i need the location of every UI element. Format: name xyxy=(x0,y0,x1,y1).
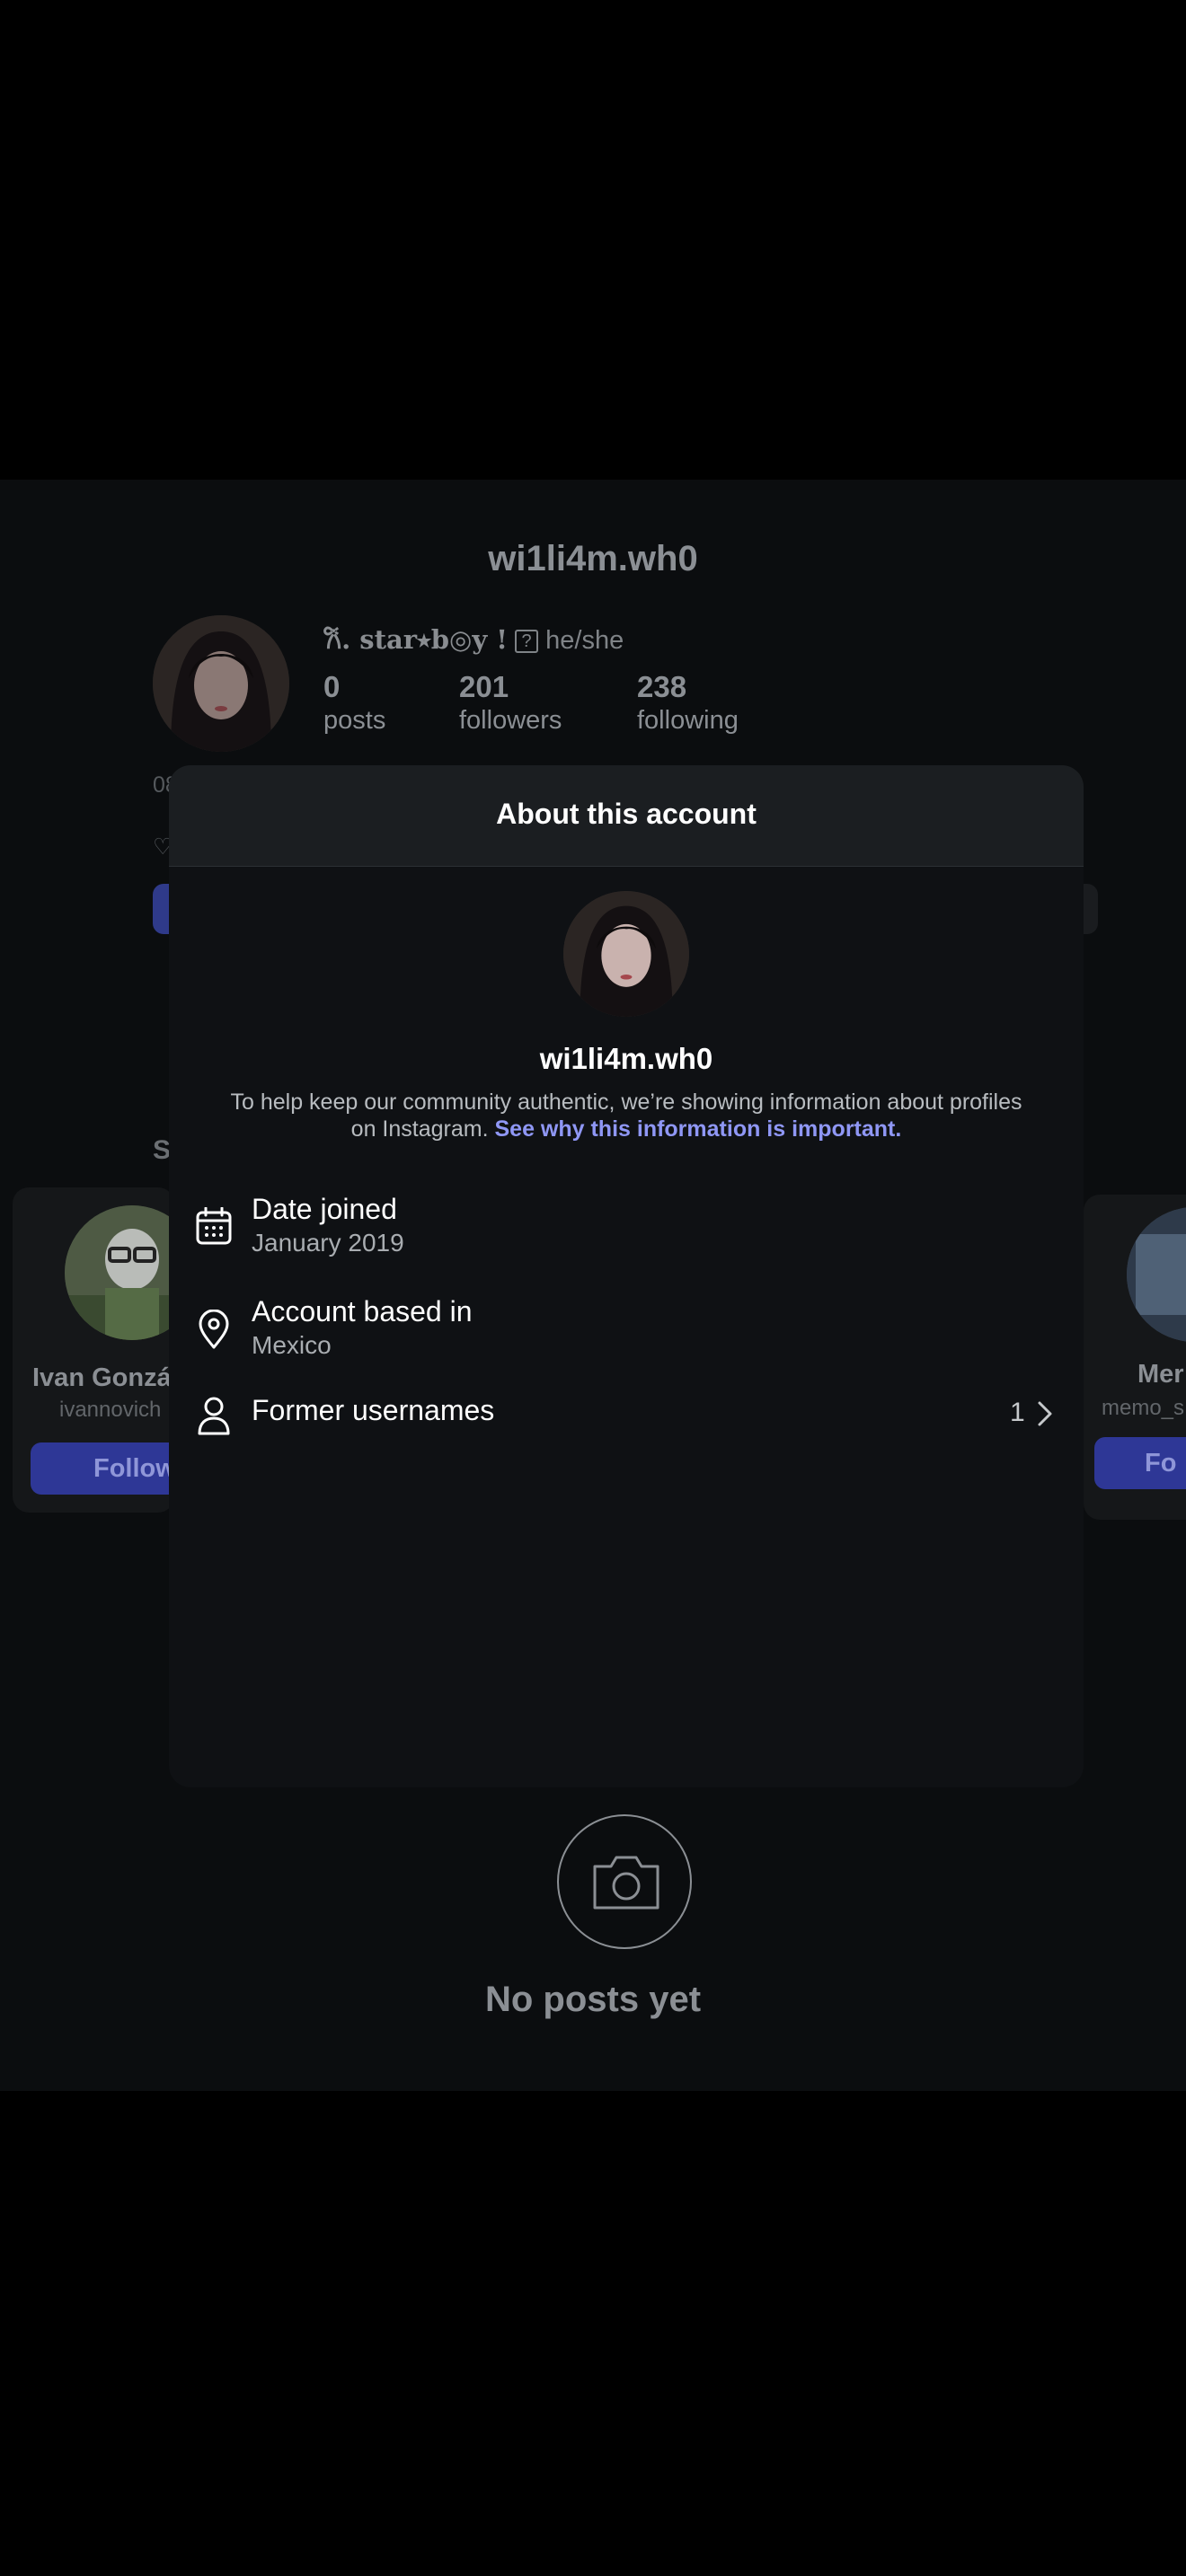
sheet-username: wi1li4m.wh0 xyxy=(539,1042,713,1075)
row-account-based-in: Account based in Mexico xyxy=(169,1292,1084,1363)
no-posts-text: No posts yet xyxy=(484,1980,702,2019)
bio-symbol: ? xyxy=(515,630,539,653)
profile-avatar[interactable] xyxy=(153,615,289,752)
about-account-sheet: About this account wi1li4m.wh0 To help k… xyxy=(169,765,1084,1787)
stat-label: posts xyxy=(323,706,386,735)
no-posts-circle xyxy=(557,1814,692,1949)
secondary-button-right-edge[interactable] xyxy=(1084,884,1098,934)
suggestion-username: memo_s xyxy=(1102,1396,1185,1420)
person-icon xyxy=(198,1397,230,1435)
chevron-right-icon[interactable] xyxy=(1037,1399,1053,1428)
row-label: Date joined xyxy=(252,1193,397,1225)
row-label: Account based in xyxy=(252,1295,473,1328)
suggestion-name: Mer xyxy=(1137,1360,1184,1389)
suggestion-avatar[interactable] xyxy=(65,1205,174,1340)
suggestion-card[interactable]: Mer memo_s Fo xyxy=(1084,1195,1186,1520)
info-text-block: To help keep our community authentic, we… xyxy=(223,1089,1030,1142)
stat-value: 238 xyxy=(637,670,687,703)
sheet-title: About this account xyxy=(496,798,757,830)
bio-name: 𐙚. star⭒b◎y ! xyxy=(323,624,508,655)
suggestion-username: ivannovich xyxy=(59,1398,162,1422)
stat-label: followers xyxy=(459,706,562,735)
follow-button[interactable]: Follow xyxy=(31,1442,174,1495)
stat-posts[interactable]: 0 posts xyxy=(323,670,385,736)
pronouns: he/she xyxy=(545,626,624,655)
stat-label: following xyxy=(637,706,739,735)
camera-icon xyxy=(593,1856,659,1910)
stat-following[interactable]: 238 following xyxy=(637,670,739,736)
stat-followers[interactable]: 201 followers xyxy=(459,670,562,736)
bio-line: 𐙚. star⭒b◎y ! ? he/she xyxy=(323,622,624,657)
sheet-header: About this account xyxy=(169,765,1084,867)
calendar-icon xyxy=(196,1207,232,1245)
row-date-joined: Date joined January 2019 xyxy=(169,1189,1084,1261)
info-link[interactable]: See why this information is important. xyxy=(494,1116,901,1142)
follow-button[interactable]: Fo xyxy=(1094,1437,1186,1489)
row-value: Mexico xyxy=(252,1331,332,1359)
stat-value: 201 xyxy=(459,670,509,703)
row-value: January 2019 xyxy=(252,1229,404,1257)
suggestion-card[interactable]: Ivan Gonzá ivannovich Follow xyxy=(13,1187,174,1513)
suggestion-name: Ivan Gonzá xyxy=(32,1363,172,1392)
suggestions-heading: S xyxy=(153,1135,172,1165)
profile-username-title: wi1li4m.wh0 xyxy=(488,539,698,578)
row-former-usernames[interactable]: Former usernames 1 xyxy=(169,1380,1084,1451)
stat-value: 0 xyxy=(323,670,341,703)
location-pin-icon xyxy=(199,1310,229,1349)
row-label: Former usernames xyxy=(252,1394,495,1426)
suggestion-avatar[interactable] xyxy=(1127,1207,1186,1342)
sheet-avatar xyxy=(563,891,689,1017)
former-usernames-count: 1 xyxy=(1010,1398,1025,1427)
